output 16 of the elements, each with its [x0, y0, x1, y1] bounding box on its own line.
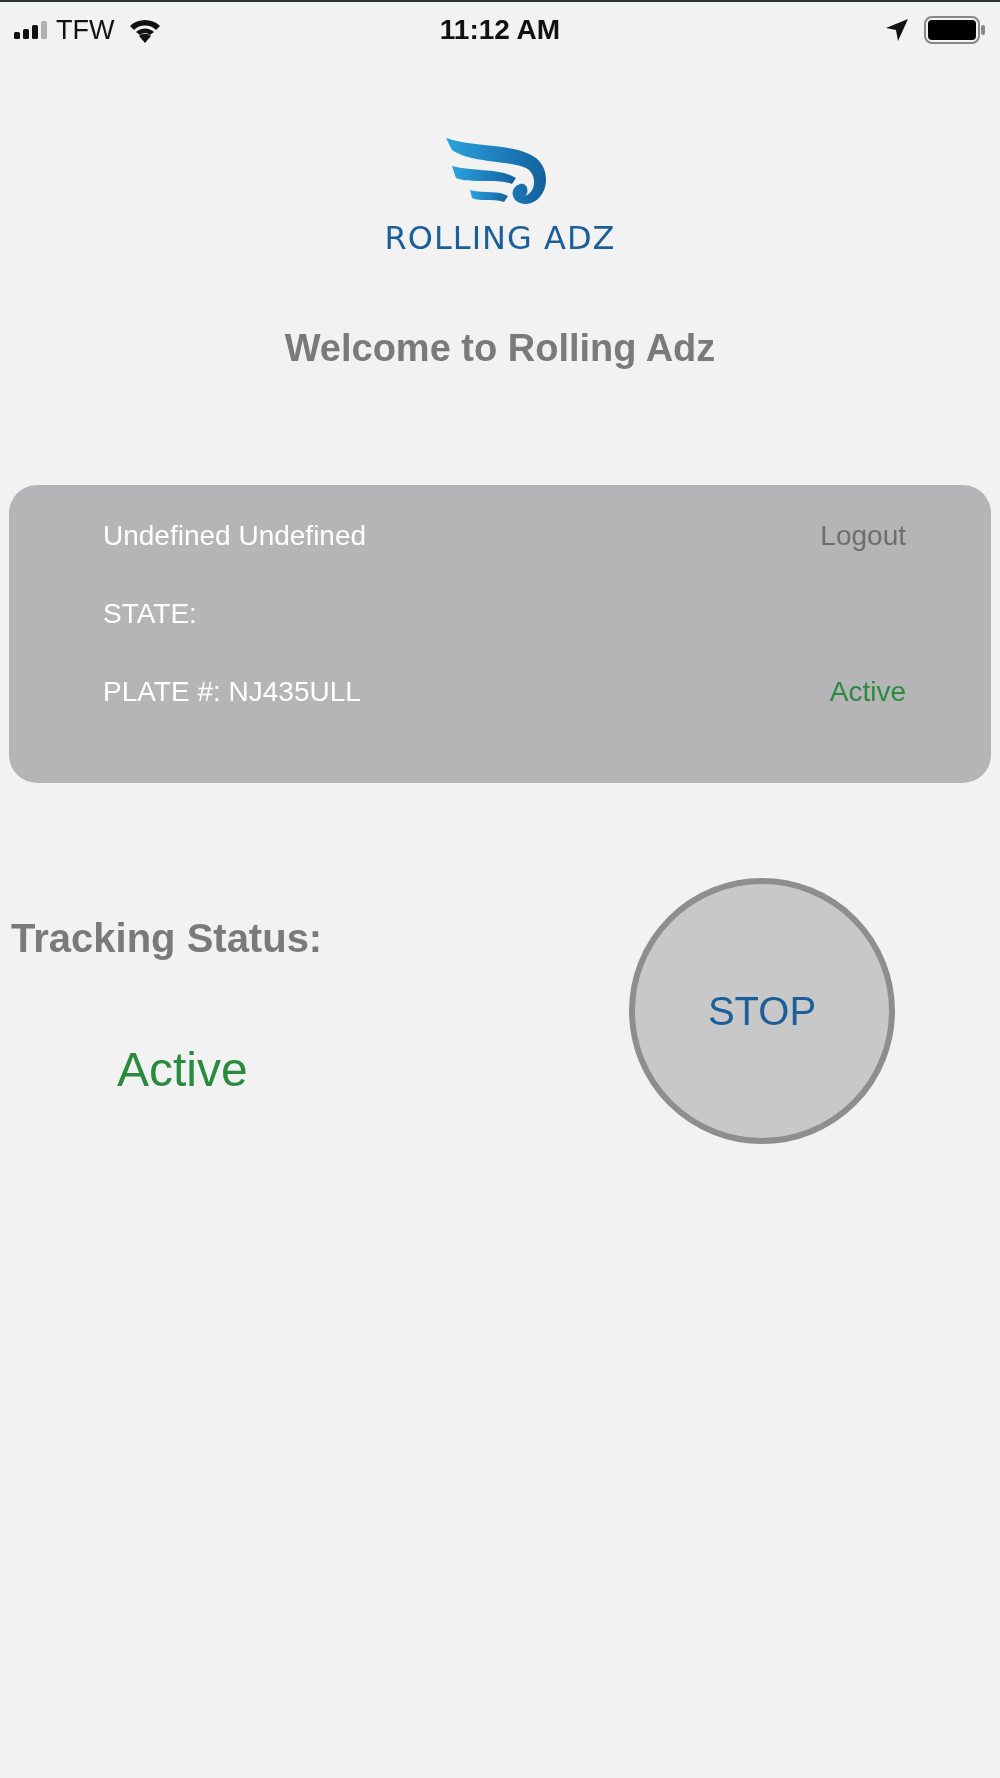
plate-number: PLATE #: NJ435ULL [103, 675, 361, 709]
account-status: Active [829, 675, 906, 709]
welcome-title: Welcome to Rolling Adz [284, 329, 716, 367]
tracking-status-label: Tracking Status: [11, 918, 324, 958]
logo-wordmark: ROLLING ADZ [384, 222, 616, 254]
user-name: Undefined Undefined [103, 519, 367, 553]
logout-button[interactable]: Logout [820, 515, 906, 557]
carrier-name: TFW [56, 16, 115, 44]
wifi-icon [128, 17, 163, 43]
stop-button[interactable]: STOP [629, 878, 895, 1144]
location-arrow-icon [886, 19, 908, 41]
state-label: STATE: [103, 597, 197, 631]
tracking-status: Active [117, 1046, 249, 1094]
signal-icon [14, 21, 48, 39]
clock-time: 11:12 AM [439, 16, 561, 44]
battery-icon [924, 16, 986, 44]
